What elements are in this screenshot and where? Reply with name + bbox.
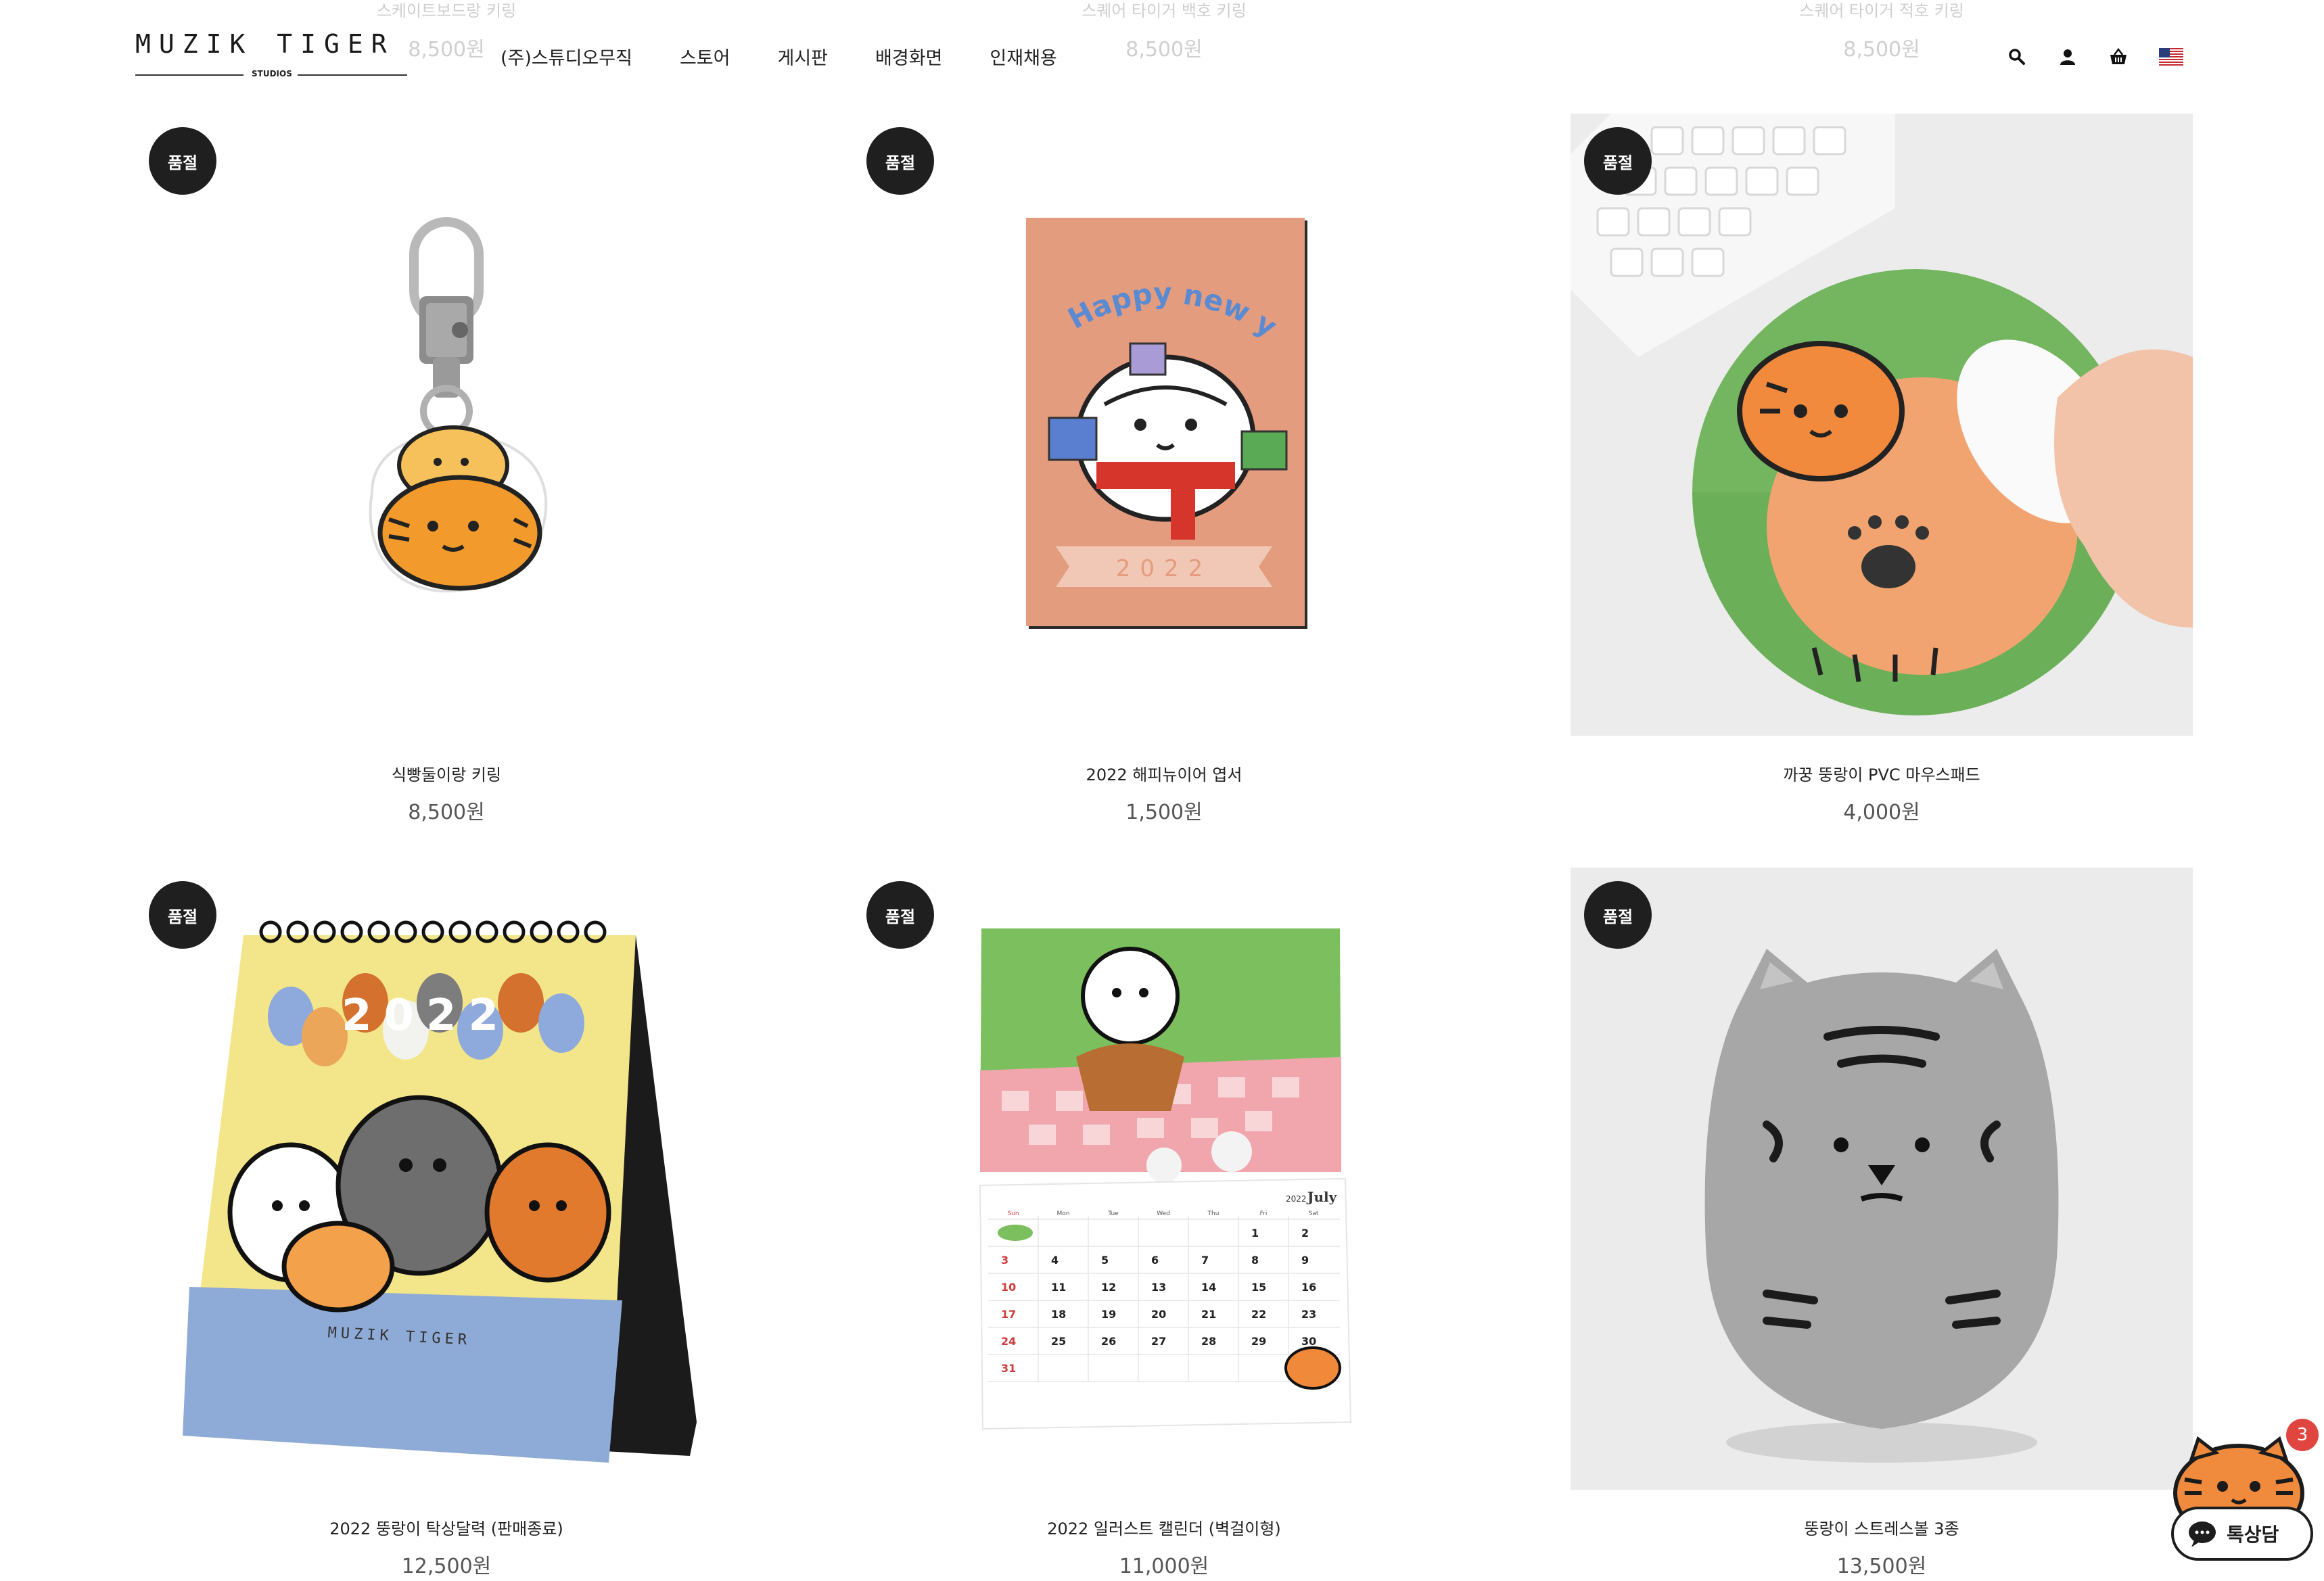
product-price: 4,000원 (1843, 801, 1920, 824)
product-card[interactable]: 2022 MUZIK TIGER 품절 2022 뚱랑이 탁상달력 (판매종료)… (135, 868, 758, 1578)
nav-item-board[interactable]: 게시판 (777, 43, 828, 70)
calendar-day: 8 (1251, 1254, 1259, 1267)
nav-item-store[interactable]: 스토어 (680, 43, 730, 70)
calendar-day: 17 (1001, 1308, 1016, 1321)
weekday-label: Wed (1157, 1210, 1170, 1217)
product-name[interactable]: 까꿍 뚱랑이 PVC 마우스패드 (1571, 761, 2193, 785)
chat-button[interactable]: 톡상담 (2171, 1507, 2313, 1561)
calendar-day: 15 (1251, 1281, 1266, 1294)
calendar-day: 16 (1301, 1281, 1316, 1294)
calendar-day: 23 (1301, 1308, 1316, 1321)
product-card[interactable]: 2022 July Sun Mon Tue Wed Thu Fri Sat 12345678… (853, 868, 1475, 1578)
product-card[interactable]: 품절 식빵둘이랑 키링 8,500원 (135, 114, 758, 824)
product-card[interactable]: 품절 뚱랑이 스트레스볼 3종 13,500원 (1571, 868, 2193, 1578)
weekday-label: Thu (1207, 1210, 1219, 1217)
brand-logo[interactable]: MUZIK TIGER STUDIOS (135, 27, 407, 88)
product-price: 13,500원 (1836, 1555, 1927, 1578)
product-name[interactable]: 2022 해피뉴이어 엽서 (853, 761, 1475, 785)
calendar-day: 24 (1001, 1335, 1016, 1348)
postcard-year: 2022 (1116, 555, 1213, 582)
product-name[interactable]: 2022 일러스트 캘린더 (벽걸이형) (853, 1515, 1475, 1539)
product-image[interactable]: 품절 (1571, 114, 2193, 736)
calendar-day: 27 (1151, 1335, 1166, 1348)
calendar-day: 2 (1301, 1227, 1309, 1240)
calendar-day: 26 (1101, 1335, 1116, 1348)
product-price: 12,500원 (401, 1555, 492, 1578)
speech-bubble-icon (2189, 1521, 2216, 1547)
sold-out-badge: 품절 (1584, 127, 1652, 195)
calendar-day: 19 (1101, 1308, 1116, 1321)
calendar-day: 21 (1201, 1308, 1216, 1321)
calendar-day: 11 (1051, 1281, 1066, 1294)
product-image[interactable]: 2022 MUZIK TIGER 품절 (135, 868, 758, 1490)
sold-out-badge: 품절 (1584, 881, 1652, 949)
product-image[interactable]: 2022 July Sun Mon Tue Wed Thu Fri Sat 12345678… (853, 868, 1475, 1490)
logo-wordmark: MUZIK TIGER (135, 29, 395, 59)
calendar-day: 13 (1151, 1281, 1166, 1294)
calendar-day: 30 (1301, 1335, 1316, 1348)
search-icon[interactable] (2003, 43, 2030, 70)
product-name[interactable]: 2022 뚱랑이 탁상달력 (판매종료) (135, 1515, 758, 1539)
product-price: 1,500원 (1125, 801, 1203, 824)
sold-out-badge: 품절 (149, 881, 216, 949)
product-image[interactable]: 품절 (135, 114, 758, 736)
sold-out-badge: 품절 (149, 127, 216, 195)
product-card[interactable]: 품절 까꿍 뚱랑이 PVC 마우스패드 4,000원 (1571, 114, 2193, 824)
main-nav: (주)스튜디오무직 스토어 게시판 배경화면 인재채용 (501, 43, 1057, 70)
calendar-day: 28 (1201, 1335, 1216, 1348)
logo-rule-left (135, 74, 243, 76)
weekday-label: Mon (1057, 1210, 1070, 1217)
calendar-day: 4 (1051, 1254, 1059, 1267)
calendar-day: 31 (1001, 1362, 1016, 1375)
calendar-day: 1 (1251, 1227, 1259, 1240)
nav-item-company[interactable]: (주)스튜디오무직 (501, 43, 632, 70)
nav-item-careers[interactable]: 인재채용 (990, 43, 1056, 70)
calendar-day: 20 (1151, 1308, 1166, 1321)
calendar-day: 18 (1051, 1308, 1066, 1321)
header-tools (2003, 43, 2193, 70)
user-icon[interactable] (2054, 43, 2081, 70)
calendar-day: 3 (1001, 1254, 1008, 1267)
calendar-day: 25 (1051, 1335, 1066, 1348)
nav-item-wallpaper[interactable]: 배경화면 (875, 43, 942, 70)
calendar-day: 14 (1201, 1281, 1216, 1294)
weekday-label: Sun (1007, 1210, 1019, 1217)
calendar-day: 6 (1151, 1254, 1159, 1267)
calendar-day: 9 (1301, 1254, 1309, 1267)
weekday-label: Tue (1107, 1210, 1119, 1217)
product-name[interactable]: 식빵둘이랑 키링 (135, 761, 758, 785)
calendar-day: 5 (1101, 1254, 1109, 1267)
product-price: 8,500원 (408, 801, 485, 824)
chat-label: 톡상담 (2227, 1524, 2279, 1546)
product-card[interactable]: Happy new year! 2022 품절 2022 해피뉴이어 엽서 1,… (853, 114, 1475, 824)
sold-out-badge: 품절 (866, 881, 934, 949)
chat-widget[interactable]: 톡상담 3 (2164, 1419, 2319, 1574)
logo-rule-right (298, 74, 407, 76)
calendar-day: 22 (1251, 1308, 1266, 1321)
calendar-day: 12 (1101, 1281, 1116, 1294)
us-flag-icon[interactable] (2156, 43, 2186, 70)
product-price: 11,000원 (1119, 1555, 1209, 1578)
product-image[interactable]: 품절 (1571, 868, 2193, 1490)
logo-subtitle: STUDIOS (252, 69, 292, 78)
sold-out-badge: 품절 (866, 127, 934, 195)
wall-calendar-year: 2022 (1286, 1194, 1307, 1204)
site-header: MUZIK TIGER STUDIOS (주)스튜디오무직 스토어 게시판 배경… (0, 0, 2324, 101)
calendar-day: 29 (1251, 1335, 1266, 1348)
product-name[interactable]: 뚱랑이 스트레스볼 3종 (1571, 1515, 2193, 1539)
basket-icon[interactable] (2105, 43, 2132, 70)
notification-count-badge: 3 (2286, 1419, 2319, 1451)
wall-calendar-month: July (1306, 1189, 1338, 1205)
weekday-label: Sat (1309, 1210, 1319, 1217)
product-image[interactable]: Happy new year! 2022 품절 (853, 114, 1475, 736)
calendar-day: 10 (1001, 1281, 1016, 1294)
weekday-label: Fri (1260, 1210, 1268, 1217)
calendar-day: 7 (1201, 1254, 1209, 1267)
desk-calendar-year: 2022 (342, 991, 511, 1041)
